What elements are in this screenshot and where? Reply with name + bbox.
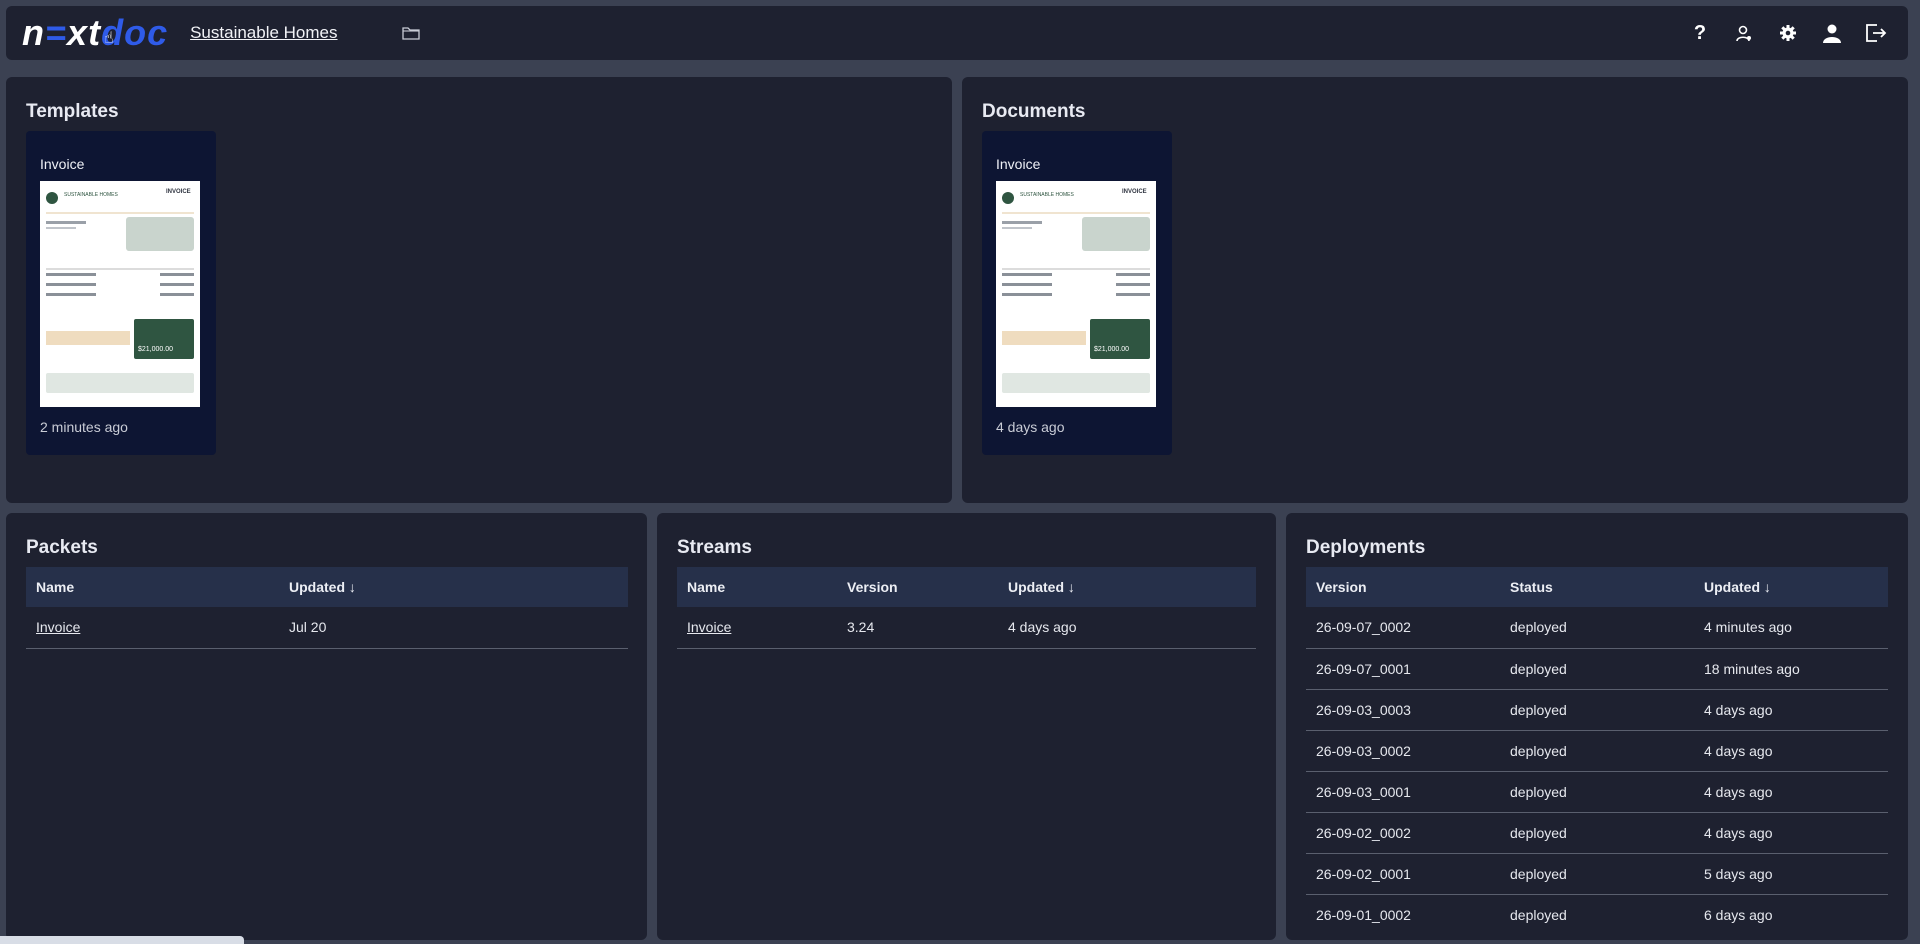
user-admin-icon[interactable]	[1722, 15, 1766, 51]
card-updated: 4 days ago	[996, 419, 1065, 435]
cell-version: 26-09-03_0002	[1306, 730, 1500, 772]
card-title: Invoice	[40, 156, 85, 172]
account-icon[interactable]	[1810, 15, 1854, 51]
cell-version: 26-09-07_0001	[1306, 648, 1500, 690]
cell-status: deployed	[1500, 771, 1694, 813]
table-header-row: Name Updated ↓	[26, 567, 628, 607]
column-header-updated[interactable]: Updated ↓	[1694, 567, 1888, 607]
packets-table: Name Updated ↓ Invoice Jul 20	[26, 567, 628, 649]
table-row[interactable]: 26-09-03_0001 deployed 4 days ago	[1306, 771, 1888, 813]
cell-updated: 6 days ago	[1704, 906, 1773, 923]
cell-name: Invoice	[26, 607, 279, 649]
logo-letter: x	[67, 12, 89, 53]
cell-status: deployed	[1500, 689, 1694, 731]
thumb-heading: INVOICE	[166, 189, 191, 195]
packet-link[interactable]: Invoice	[36, 619, 80, 635]
thumb-heading: INVOICE	[1122, 189, 1147, 195]
table-row[interactable]: 26-09-01_0002 deployed 6 days ago	[1306, 894, 1888, 935]
column-header-name: Name	[677, 567, 837, 607]
invoice-thumbnail: SUSTAINABLE HOMES INVOICE $21,000.00	[996, 181, 1156, 407]
cell-status: deployed	[1500, 648, 1694, 690]
cell-status: deployed	[1500, 853, 1694, 895]
cell-version: 26-09-03_0001	[1306, 771, 1500, 813]
card-title: Invoice	[996, 156, 1041, 172]
logout-icon[interactable]	[1854, 15, 1898, 51]
cell-version: 26-09-03_0003	[1306, 689, 1500, 731]
panel-title: Streams	[677, 537, 752, 558]
cell-updated: 18 minutes ago	[1694, 648, 1888, 690]
table-header-row: Version Status Updated ↓	[1306, 567, 1888, 607]
thumb-total: $21,000.00	[1094, 346, 1129, 353]
table-row: Invoice Jul 20	[26, 607, 628, 649]
cell-updated: 4 minutes ago	[1694, 607, 1888, 649]
packets-panel: Packets Name Updated ↓ Invoice Jul 20	[6, 513, 647, 940]
streams-table: Name Version Updated ↓ Invoice 3.24 4 da…	[677, 567, 1256, 649]
deployments-panel: Deployments Version Status Updated ↓ 26-…	[1286, 513, 1908, 940]
template-card[interactable]: Invoice SUSTAINABLE HOMES INVOICE $21,00…	[26, 131, 216, 455]
logo-letter: o	[124, 12, 148, 53]
cell-updated: 4 days ago	[1694, 771, 1888, 813]
cell-version: 26-09-02_0002	[1306, 812, 1500, 854]
thumb-total: $21,000.00	[138, 346, 173, 353]
panel-title: Documents	[982, 101, 1086, 122]
table-row[interactable]: 26-09-02_0001 deployed 5 days ago	[1306, 853, 1888, 895]
top-bar: n = x t d o c Sustainable Homes ?	[6, 6, 1908, 60]
cell-version: 3.24	[837, 607, 998, 649]
card-updated: 2 minutes ago	[40, 419, 128, 435]
top-icons: ?	[1678, 15, 1898, 51]
documents-panel: Documents Invoice SUSTAINABLE HOMES INVO…	[962, 77, 1908, 503]
nextdoc-logo[interactable]: n = x t d o c	[22, 15, 168, 51]
folder-icon[interactable]	[401, 26, 420, 40]
stream-link[interactable]: Invoice	[687, 619, 731, 635]
thumb-company: SUSTAINABLE HOMES	[64, 192, 118, 198]
thumb-company: SUSTAINABLE HOMES	[1020, 192, 1074, 198]
panel-title: Deployments	[1306, 537, 1426, 558]
cell-updated: 5 days ago	[1694, 853, 1888, 895]
table-row: Invoice 3.24 4 days ago	[677, 607, 1256, 649]
column-header-status: Status	[1500, 567, 1694, 607]
cell-updated: 4 days ago	[998, 607, 1256, 649]
logo-letter: c	[147, 12, 169, 53]
column-header-updated[interactable]: Updated ↓	[998, 567, 1256, 607]
invoice-thumbnail: SUSTAINABLE HOMES INVOICE $21,000.00	[40, 181, 200, 407]
cell-name: Invoice	[677, 607, 837, 649]
templates-panel: Templates Invoice SUSTAINABLE HOMES INVO…	[6, 77, 952, 503]
cell-updated: 4 days ago	[1694, 689, 1888, 731]
cell-status: deployed	[1500, 607, 1694, 649]
cell-status: deployed	[1500, 730, 1694, 772]
logo-letter: n	[22, 12, 45, 53]
column-header-name: Name	[26, 567, 279, 607]
panel-title: Templates	[26, 101, 119, 122]
document-card[interactable]: Invoice SUSTAINABLE HOMES INVOICE $21,00…	[982, 131, 1172, 455]
streams-panel: Streams Name Version Updated ↓ Invoice 3…	[657, 513, 1276, 940]
table-row[interactable]: 26-09-03_0003 deployed 4 days ago	[1306, 689, 1888, 731]
table-row[interactable]: 26-09-03_0002 deployed 4 days ago	[1306, 730, 1888, 772]
table-row[interactable]: 26-09-07_0001 deployed 18 minutes ago	[1306, 648, 1888, 690]
deployments-table: Version Status Updated ↓ 26-09-07_0002 d…	[1306, 567, 1888, 935]
logo-letter: =	[45, 12, 68, 53]
cell-updated: 4 days ago	[1694, 812, 1888, 854]
table-header-row: Name Version Updated ↓	[677, 567, 1256, 607]
help-icon[interactable]: ?	[1678, 15, 1722, 51]
column-header-version: Version	[1306, 567, 1500, 607]
project-link[interactable]: Sustainable Homes	[190, 23, 337, 43]
table-row[interactable]: 26-09-02_0002 deployed 4 days ago	[1306, 812, 1888, 854]
cell-version: 26-09-01_0002	[1316, 906, 1411, 923]
cell-status: deployed	[1510, 906, 1567, 923]
mouse-cursor: ☝	[104, 30, 114, 47]
cell-updated: 4 days ago	[1694, 730, 1888, 772]
column-header-version: Version	[837, 567, 998, 607]
gear-icon[interactable]	[1766, 15, 1810, 51]
cell-version: 26-09-07_0002	[1306, 607, 1500, 649]
column-header-updated[interactable]: Updated ↓	[279, 567, 628, 607]
cell-status: deployed	[1500, 812, 1694, 854]
cell-updated: Jul 20	[279, 607, 628, 649]
status-bar-url	[0, 936, 244, 944]
table-row[interactable]: 26-09-07_0002 deployed 4 minutes ago	[1306, 607, 1888, 649]
logo-letter: t	[88, 12, 102, 53]
cell-version: 26-09-02_0001	[1306, 853, 1500, 895]
panel-title: Packets	[26, 537, 98, 558]
